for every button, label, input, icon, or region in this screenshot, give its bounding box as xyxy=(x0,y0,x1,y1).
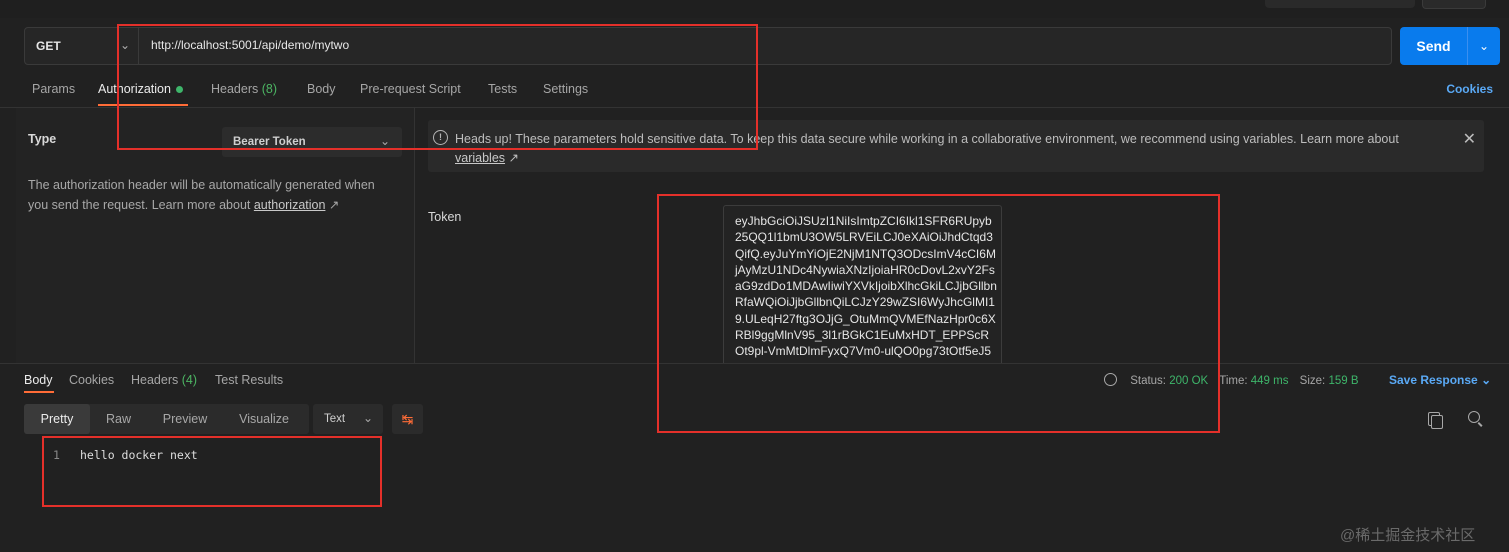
view-raw[interactable]: Raw xyxy=(90,404,147,434)
time-value[interactable]: 449 ms xyxy=(1251,375,1289,387)
annotation-box-url xyxy=(117,24,758,150)
format-select[interactable]: Text ⌄ xyxy=(313,404,383,434)
view-preview[interactable]: Preview xyxy=(147,404,223,434)
send-button[interactable]: Send ⌄ xyxy=(1400,27,1500,65)
response-tab-headers[interactable]: Headers (4) xyxy=(131,373,197,387)
top-control[interactable] xyxy=(1265,0,1415,8)
copy-icon-front xyxy=(1431,415,1443,429)
external-link-icon: ↗ xyxy=(328,198,340,212)
response-tab-test-results[interactable]: Test Results xyxy=(215,373,283,387)
tab-params[interactable]: Params xyxy=(32,82,75,96)
active-tab-indicator xyxy=(24,391,54,393)
top-toggle[interactable] xyxy=(1422,0,1486,9)
view-mode-segment: Pretty Raw Preview Visualize xyxy=(24,404,309,434)
wrap-lines-icon[interactable]: ↹ xyxy=(392,404,423,434)
type-label: Type xyxy=(28,132,57,146)
chevron-down-icon: ⌄ xyxy=(362,411,373,425)
annotation-box-body xyxy=(42,436,382,507)
token-label: Token xyxy=(428,210,462,224)
cookies-link[interactable]: Cookies xyxy=(1446,82,1493,96)
response-tab-cookies[interactable]: Cookies xyxy=(69,373,114,387)
send-label: Send xyxy=(1416,38,1451,54)
watermark: @稀土掘金技术社区 xyxy=(1340,527,1476,544)
variables-link[interactable]: variables xyxy=(455,151,505,165)
search-icon[interactable] xyxy=(1468,411,1480,423)
view-visualize[interactable]: Visualize xyxy=(223,404,305,434)
response-tab-body[interactable]: Body xyxy=(24,373,53,387)
chevron-down-icon: ⌄ xyxy=(1481,373,1492,387)
authorization-link[interactable]: authorization xyxy=(254,198,326,212)
close-icon[interactable]: ✕ xyxy=(1463,129,1476,149)
method-label: GET xyxy=(36,39,61,53)
auth-description: The authorization header will be automat… xyxy=(28,178,375,212)
external-link-icon: ↗ xyxy=(508,151,519,165)
format-value: Text xyxy=(324,413,346,425)
chevron-down-icon[interactable]: ⌄ xyxy=(1468,39,1500,53)
save-response-button[interactable]: Save Response ⌄ xyxy=(1389,373,1491,387)
annotation-box-token xyxy=(657,194,1220,433)
view-pretty[interactable]: Pretty xyxy=(24,404,90,434)
size-value[interactable]: 159 B xyxy=(1328,375,1358,387)
top-strip xyxy=(0,0,1509,18)
